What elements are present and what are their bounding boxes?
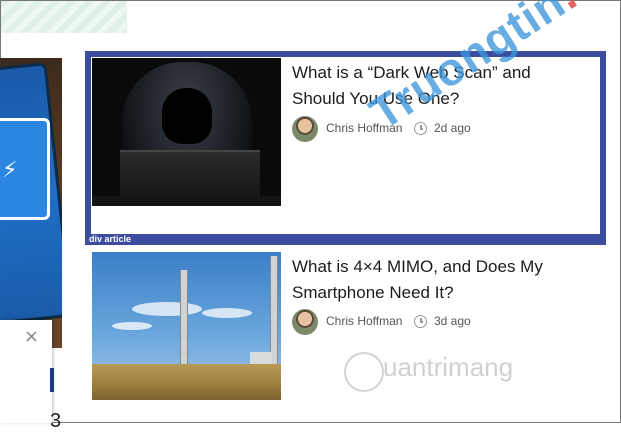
cloud bbox=[202, 308, 252, 318]
ground bbox=[92, 364, 281, 400]
cloud bbox=[132, 302, 202, 316]
publish-time: 3d ago bbox=[434, 314, 471, 328]
cloud bbox=[112, 322, 152, 330]
article-title[interactable]: What is 4×4 MIMO, and Does My Smartphone… bbox=[292, 254, 582, 306]
article-thumbnail[interactable] bbox=[92, 252, 281, 400]
highlight-box bbox=[85, 51, 606, 245]
cell-tower bbox=[180, 270, 188, 368]
close-icon[interactable]: × bbox=[24, 326, 39, 347]
striped-banner-fragment bbox=[1, 1, 127, 33]
clock-icon bbox=[414, 315, 427, 328]
popup-panel: × 3 bbox=[0, 320, 61, 432]
lightning-bolt-icon: ⚡ bbox=[2, 158, 18, 183]
popup-accent-bar bbox=[50, 368, 54, 392]
author-name[interactable]: Chris Hoffman bbox=[326, 314, 402, 328]
watermark-text: uantrimang bbox=[383, 352, 514, 382]
watermark-logo: uantrimang bbox=[345, 352, 513, 383]
building bbox=[250, 352, 272, 364]
popup-partial-text: 3 bbox=[50, 410, 62, 432]
partial-article-thumbnail[interactable]: ⚡ bbox=[0, 58, 62, 348]
article-meta: Chris Hoffman 3d ago bbox=[292, 309, 552, 335]
highlight-label: div article bbox=[85, 234, 606, 245]
author-avatar[interactable] bbox=[292, 309, 318, 335]
